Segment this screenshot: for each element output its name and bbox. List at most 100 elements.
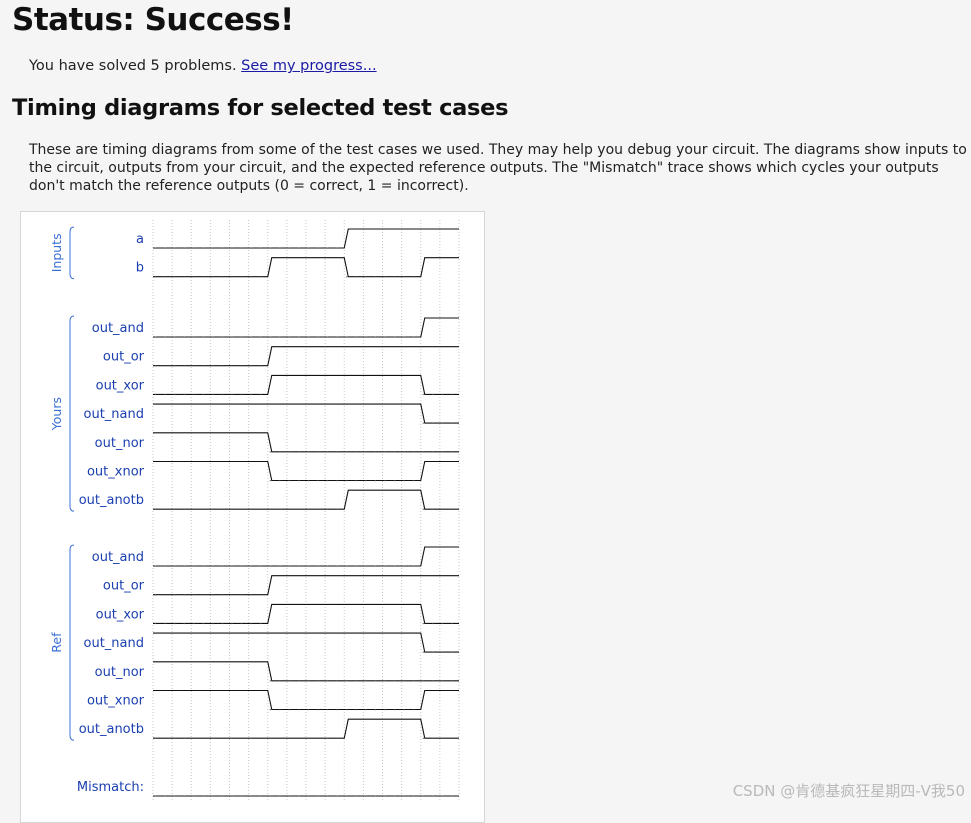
tick-mark xyxy=(202,276,204,278)
tick-mark xyxy=(336,480,338,482)
tick-mark xyxy=(432,622,434,625)
tick-mark xyxy=(355,680,357,682)
tick-mark xyxy=(432,451,434,453)
tick-mark xyxy=(288,565,290,567)
tick-mark xyxy=(269,680,271,682)
signal-label: out_xor xyxy=(96,607,145,622)
tick-mark xyxy=(164,336,166,338)
tick-mark xyxy=(155,795,156,797)
cycle-grid xyxy=(152,220,460,802)
tick-mark xyxy=(298,737,300,739)
tick-mark xyxy=(317,508,319,510)
tick-mark xyxy=(308,480,309,482)
tick-mark xyxy=(269,737,271,739)
tick-mark xyxy=(250,565,252,567)
section-title: Timing diagrams for selected test cases xyxy=(12,95,509,121)
tick-mark xyxy=(441,737,443,739)
tick-mark xyxy=(288,508,290,510)
signal-wave-ref-out_anotb xyxy=(153,718,459,739)
tick-mark xyxy=(221,565,223,567)
tick-mark xyxy=(432,508,434,510)
tick-mark xyxy=(374,795,376,797)
tick-mark xyxy=(269,247,271,249)
tick-mark xyxy=(317,565,319,567)
tick-mark xyxy=(298,709,300,711)
tick-mark xyxy=(336,565,338,567)
tick-mark xyxy=(155,737,156,739)
tick-mark xyxy=(298,795,300,797)
tick-mark xyxy=(317,795,319,797)
tick-mark xyxy=(250,393,252,396)
tick-mark xyxy=(193,336,195,338)
tick-mark xyxy=(336,709,338,711)
tick-mark xyxy=(288,680,290,682)
solved-message: You have solved 5 problems. See my progr… xyxy=(29,58,377,74)
signal-label: out_or xyxy=(103,350,145,365)
group-label-inputs: Inputs xyxy=(49,233,64,272)
tick-mark xyxy=(298,336,300,338)
tick-mark xyxy=(441,651,443,653)
tick-mark xyxy=(308,247,309,249)
tick-mark xyxy=(174,565,176,567)
tick-mark xyxy=(365,680,367,682)
tick-mark xyxy=(231,594,233,596)
tick-mark xyxy=(413,276,415,278)
tick-mark xyxy=(441,508,443,510)
tick-mark xyxy=(346,795,348,797)
tick-mark xyxy=(355,709,357,711)
tick-mark xyxy=(374,565,376,567)
tick-mark xyxy=(183,365,185,367)
tick-mark xyxy=(327,451,329,453)
tick-mark xyxy=(346,451,348,453)
tick-mark xyxy=(336,508,338,510)
tick-mark xyxy=(441,393,443,396)
tick-mark xyxy=(212,565,214,567)
watermark: CSDN @肯德基疯狂星期四-V我50 xyxy=(732,782,965,800)
tick-mark xyxy=(327,709,329,711)
tick-mark xyxy=(164,247,166,249)
tick-mark xyxy=(317,451,319,453)
tick-mark xyxy=(221,336,223,338)
tick-mark xyxy=(221,508,223,510)
tick-mark xyxy=(212,336,214,338)
tick-mark xyxy=(155,565,156,567)
tick-mark xyxy=(336,795,338,797)
tick-mark xyxy=(403,565,405,567)
tick-mark xyxy=(422,795,424,797)
tick-mark xyxy=(221,795,223,797)
tick-mark xyxy=(231,622,233,625)
tick-mark xyxy=(346,276,348,278)
tick-mark xyxy=(413,795,415,797)
tick-mark xyxy=(241,594,243,596)
tick-mark xyxy=(432,393,434,396)
tick-mark xyxy=(394,709,396,711)
tick-mark xyxy=(202,565,204,567)
tick-mark xyxy=(365,795,367,797)
tick-mark xyxy=(298,247,300,249)
tick-mark xyxy=(394,680,396,682)
tick-mark xyxy=(241,276,243,278)
tick-mark xyxy=(260,737,262,739)
tick-mark xyxy=(327,480,329,482)
status-title: Status: Success! xyxy=(12,2,294,38)
tick-mark xyxy=(308,737,309,739)
tick-mark xyxy=(164,622,166,625)
tick-mark xyxy=(384,451,386,453)
tick-mark xyxy=(355,795,357,797)
tick-mark xyxy=(250,795,252,797)
signal-label: out_anotb xyxy=(79,493,144,508)
tick-mark xyxy=(269,508,271,510)
tick-mark xyxy=(250,247,252,249)
tick-mark xyxy=(174,365,176,367)
tick-mark xyxy=(432,422,434,424)
progress-link[interactable]: See my progress... xyxy=(241,58,376,74)
tick-mark xyxy=(193,393,195,396)
tick-mark xyxy=(250,365,252,367)
signal-label: out_anotb xyxy=(79,722,144,737)
tick-mark xyxy=(269,336,271,338)
tick-mark xyxy=(451,622,453,625)
tick-mark xyxy=(403,336,405,338)
tick-mark xyxy=(451,422,453,424)
tick-mark xyxy=(231,565,233,567)
tick-mark xyxy=(422,737,424,739)
